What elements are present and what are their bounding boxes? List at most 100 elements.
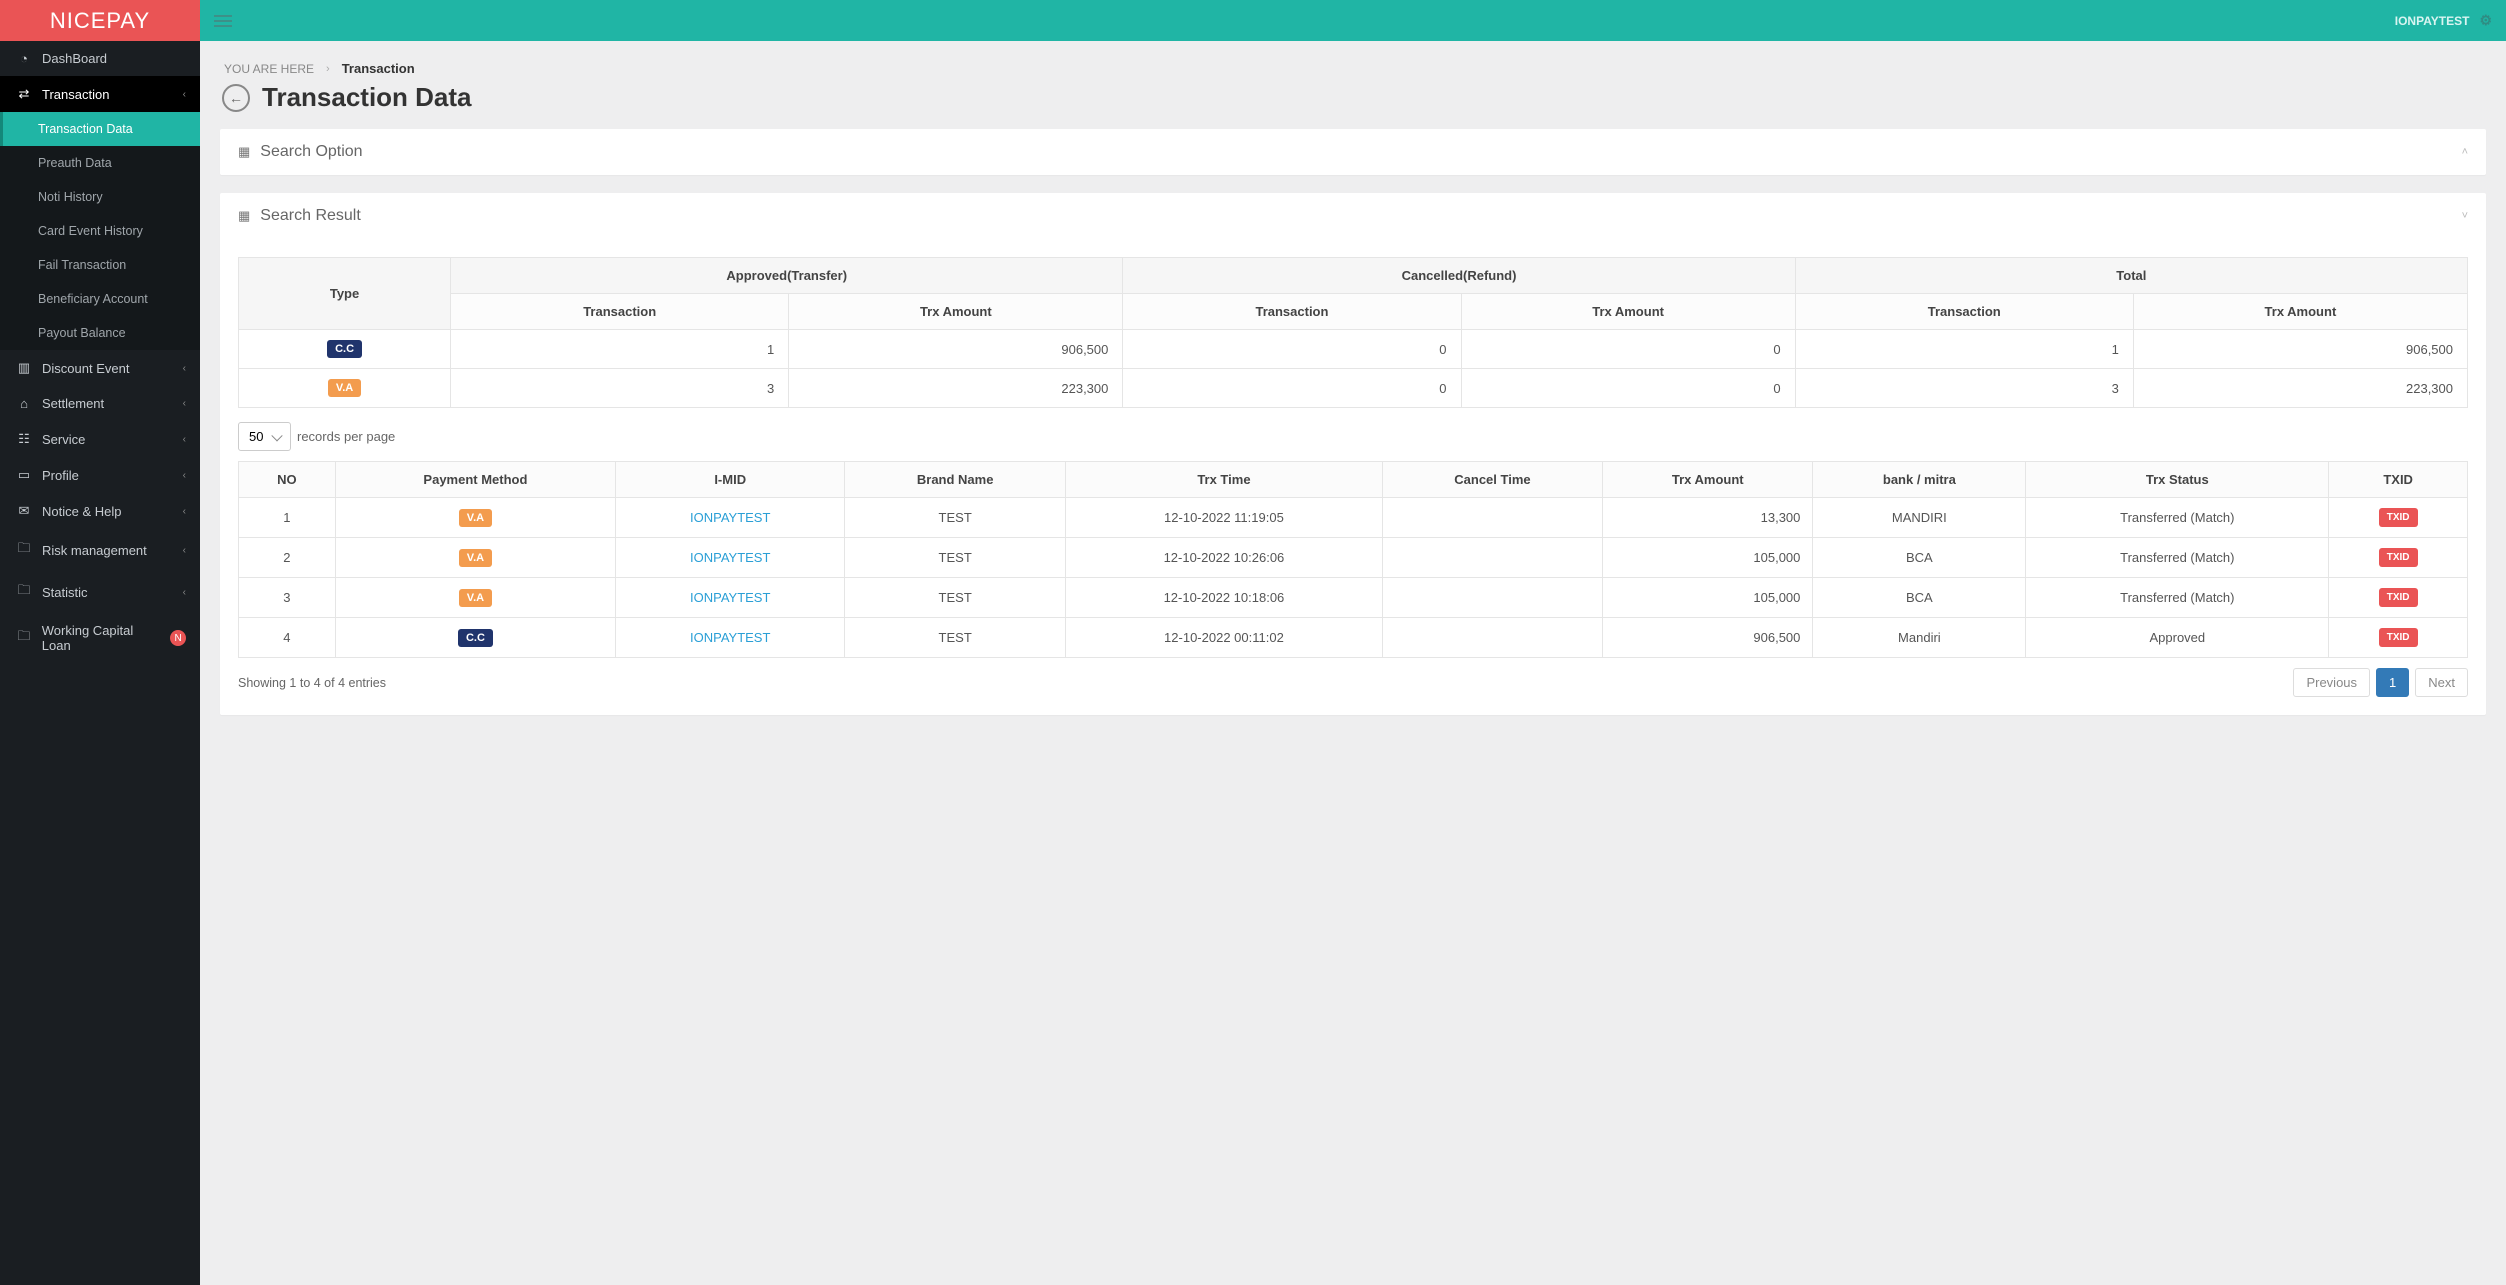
back-button[interactable]: ←: [222, 84, 250, 112]
sidebar-item-statistic[interactable]: 🗀Statistic‹: [0, 571, 200, 613]
col-no: NO: [239, 462, 336, 498]
sidebar-subitem-beneficiary-account[interactable]: Beneficiary Account: [0, 282, 200, 316]
col-total: Total: [1795, 258, 2467, 294]
table-row: 1V.AIONPAYTESTTEST12-10-2022 11:19:0513,…: [239, 498, 2468, 538]
imid-link[interactable]: IONPAYTEST: [690, 550, 770, 565]
gear-icon[interactable]: ⚙: [2479, 12, 2492, 29]
current-user-label[interactable]: IONPAYTEST: [2395, 14, 2470, 28]
cell-bank: Mandiri: [1813, 618, 2026, 658]
chevron-up-icon[interactable]: ˄: [2462, 146, 2468, 158]
menu-toggle-icon[interactable]: [214, 12, 232, 30]
cell-payment-method: V.A: [335, 538, 615, 578]
col-cancelled-txn: Transaction: [1123, 294, 1461, 330]
cell-trx-amount: 906,500: [1603, 618, 1813, 658]
cell-type: V.A: [239, 369, 451, 408]
sidebar-item-label: Risk management: [42, 543, 147, 558]
sidebar-subitem-card-event-history[interactable]: Card Event History: [0, 214, 200, 248]
panel-head-search-result[interactable]: ▦ Search Result ˅: [220, 193, 2486, 239]
cell-approved-amt: 906,500: [789, 330, 1123, 369]
sidebar-item-transaction[interactable]: ⇄Transaction‹: [0, 76, 200, 112]
col-approved: Approved(Transfer): [451, 258, 1123, 294]
imid-link[interactable]: IONPAYTEST: [690, 510, 770, 525]
sidebar-item-notice-help[interactable]: ✉Notice & Help‹: [0, 493, 200, 529]
pager-previous[interactable]: Previous: [2293, 668, 2370, 697]
table-row: 3V.AIONPAYTESTTEST12-10-2022 10:18:06105…: [239, 578, 2468, 618]
cell-trx-time: 12-10-2022 11:19:05: [1066, 498, 1383, 538]
cell-imid: IONPAYTEST: [616, 618, 845, 658]
col-approved-amt: Trx Amount: [789, 294, 1123, 330]
sidebar-item-label: Beneficiary Account: [38, 292, 148, 306]
result-table: NOPayment MethodI-MIDBrand NameTrx TimeC…: [238, 461, 2468, 658]
chevron-left-icon: ‹: [183, 434, 186, 445]
txid-button[interactable]: TXID: [2379, 588, 2418, 607]
badge-new: N: [170, 630, 186, 646]
col-txid: TXID: [2329, 462, 2468, 498]
imid-link[interactable]: IONPAYTEST: [690, 590, 770, 605]
sidebar-item-label: Payout Balance: [38, 326, 126, 340]
sidebar-subitem-payout-balance[interactable]: Payout Balance: [0, 316, 200, 350]
txid-button[interactable]: TXID: [2379, 508, 2418, 527]
sidebar-item-label: Fail Transaction: [38, 258, 126, 272]
cell-trx-time: 12-10-2022 10:26:06: [1066, 538, 1383, 578]
sidebar-item-discount-event[interactable]: ▥Discount Event‹: [0, 350, 200, 386]
sidebar-item-dashboard[interactable]: ◔DashBoard: [0, 41, 200, 76]
cell-no: 2: [239, 538, 336, 578]
grid-icon: ▦: [238, 208, 250, 224]
cell-imid: IONPAYTEST: [616, 538, 845, 578]
showing-entries-label: Showing 1 to 4 of 4 entries: [238, 676, 386, 690]
topbar: IONPAYTEST ⚙: [200, 0, 2506, 41]
cell-total-amt: 906,500: [2133, 330, 2467, 369]
txid-button[interactable]: TXID: [2379, 548, 2418, 567]
pager-page-1[interactable]: 1: [2376, 668, 2409, 697]
sidebar-subitem-noti-history[interactable]: Noti History: [0, 180, 200, 214]
grid-icon: ▦: [238, 144, 250, 160]
nav-icon: 🗀: [14, 627, 34, 649]
sidebar-item-settlement[interactable]: ⌂Settlement‹: [0, 386, 200, 421]
imid-link[interactable]: IONPAYTEST: [690, 630, 770, 645]
cell-bank: BCA: [1813, 538, 2026, 578]
col-bank-mitra: bank / mitra: [1813, 462, 2026, 498]
page-title: Transaction Data: [262, 82, 472, 113]
cell-brand: TEST: [845, 538, 1066, 578]
cell-imid: IONPAYTEST: [616, 578, 845, 618]
cell-txid: TXID: [2329, 538, 2468, 578]
page-size-select[interactable]: 50: [238, 422, 291, 451]
cell-no: 1: [239, 498, 336, 538]
cell-payment-method: V.A: [335, 498, 615, 538]
chevron-down-icon[interactable]: ˅: [2462, 210, 2468, 222]
nav-icon: ✉: [14, 503, 34, 519]
sidebar-item-risk-management[interactable]: 🗀Risk management‹: [0, 529, 200, 571]
pager-next[interactable]: Next: [2415, 668, 2468, 697]
summary-table: Type Approved(Transfer) Cancelled(Refund…: [238, 257, 2468, 408]
sidebar-item-profile[interactable]: ▭Profile‹: [0, 457, 200, 493]
payment-type-tag: V.A: [459, 509, 492, 527]
nav-icon: ◔: [14, 51, 34, 66]
arrow-left-icon: ←: [229, 90, 243, 106]
cell-brand: TEST: [845, 578, 1066, 618]
sidebar-item-label: Discount Event: [42, 361, 129, 376]
cell-cancel-time: [1382, 618, 1602, 658]
sidebar-subitem-fail-transaction[interactable]: Fail Transaction: [0, 248, 200, 282]
sidebar-item-service[interactable]: ☷ Service ‹: [0, 421, 200, 457]
chevron-left-icon: ‹: [183, 398, 186, 409]
table-row: 2V.AIONPAYTESTTEST12-10-2022 10:26:06105…: [239, 538, 2468, 578]
sidebar-subitem-preauth-data[interactable]: Preauth Data: [0, 146, 200, 180]
breadcrumb-current: Transaction: [342, 61, 415, 76]
sidebar-item-label: Noti History: [38, 190, 103, 204]
cell-trx-amount: 13,300: [1603, 498, 1813, 538]
cell-txid: TXID: [2329, 498, 2468, 538]
sidebar-item-label: Transaction: [42, 87, 109, 102]
sidebar-item-label: Service: [42, 432, 85, 447]
sidebar-item-working-capital-loan[interactable]: 🗀Working Capital LoanN: [0, 613, 200, 663]
cell-cancel-time: [1382, 578, 1602, 618]
cell-payment-method: C.C: [335, 618, 615, 658]
nav-icon: ☷: [14, 431, 34, 447]
cell-trx-time: 12-10-2022 00:11:02: [1066, 618, 1383, 658]
txid-button[interactable]: TXID: [2379, 628, 2418, 647]
panel-search-result: ▦ Search Result ˅ Type Approved(Transfer…: [220, 193, 2486, 715]
cell-no: 3: [239, 578, 336, 618]
sidebar-subitem-transaction-data[interactable]: Transaction Data: [0, 112, 200, 146]
nav-icon: 🗀: [14, 539, 34, 561]
panel-head-search-option[interactable]: ▦ Search Option ˄: [220, 129, 2486, 175]
cell-cancel-time: [1382, 538, 1602, 578]
